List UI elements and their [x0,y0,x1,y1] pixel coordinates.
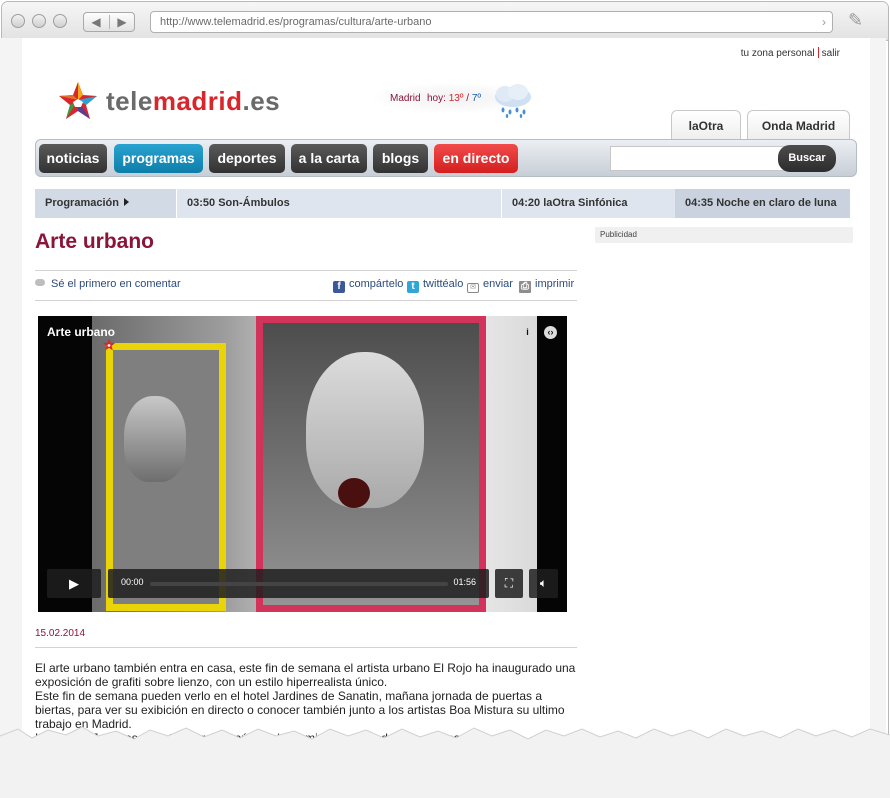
divider [35,300,577,301]
back-icon[interactable]: ◀ [84,15,108,29]
tab-onda-madrid[interactable]: Onda Madrid [747,110,850,140]
star-logo-icon [102,338,116,351]
play-arrow-icon [123,198,129,206]
address-bar[interactable]: http://www.telemadrid.es/programas/cultu… [150,11,833,33]
schedule-item[interactable]: 04:35 Noche en claro de luna [675,189,850,218]
share-facebook[interactable]: f compártelo [333,278,403,293]
nav-programas[interactable]: programas [114,144,203,173]
star-logo-icon [59,82,97,119]
history-buttons: ◀ ▶ [83,12,135,32]
zoom-window-button[interactable] [53,14,67,28]
twitter-icon: t [407,281,419,293]
schedule-item[interactable]: 03:50 Son-Ámbulos [177,189,501,218]
nav-blogs[interactable]: blogs [373,144,428,173]
page-title: Arte urbano [35,230,155,253]
forward-icon[interactable]: ▶ [110,15,134,29]
speaker-icon: 🔈︎ [539,576,548,590]
info-icon[interactable]: i [521,326,534,339]
nav-deportes[interactable]: deportes [209,144,285,173]
nav-en-directo[interactable]: en directo [434,144,518,173]
volume-button[interactable]: 🔈︎ [529,569,558,598]
facebook-icon: f [333,281,345,293]
video-title: Arte urbano [47,325,116,339]
progress-bar[interactable]: 00:00 01:56 [108,569,489,598]
fullscreen-icon: ⛶ [504,576,514,590]
weather-today: hoy: 13º / 7º [427,93,482,104]
schedule-item[interactable]: 04:20 laOtra Sinfónica [501,189,675,218]
main-nav: noticias programas deportes a la carta b… [35,139,857,177]
top-links: tu zona personal salir [741,47,840,59]
close-window-button[interactable] [11,14,25,28]
page-margin-right [870,38,886,783]
schedule-bar: Programación 03:50 Son-Ámbulos 04:20 laO… [35,189,850,218]
painted-mouth [338,478,370,508]
browser-toolbar: ◀ ▶ http://www.telemadrid.es/programas/c… [2,2,888,41]
web-page: tu zona personal salir telemadrid.es Madr… [22,38,870,783]
comment-link[interactable]: Sé el primero en comentar [35,278,181,290]
rain-cloud-icon [495,84,531,118]
painted-face [124,396,186,482]
share-print[interactable]: ⎙ imprimir [519,278,574,293]
logo-wordmark: telemadrid.es [106,86,281,116]
url-text[interactable]: http://www.telemadrid.es/programas/cultu… [160,16,431,28]
time-total: 01:56 [453,577,476,587]
minimize-window-button[interactable] [32,14,46,28]
search-input[interactable] [610,146,806,171]
weather-widget: Madrid hoy: 13º / 7º [374,83,534,118]
comment-bubble-icon [35,279,45,286]
progress-track[interactable] [150,582,448,586]
schedule-label[interactable]: Programación [35,189,177,218]
printer-icon: ⎙ [519,281,531,293]
play-icon: ▶ [69,576,79,591]
torn-paper-edge [0,726,890,798]
chevron-right-icon[interactable]: › [822,15,826,29]
nav-noticias[interactable]: noticias [39,144,107,173]
search-button[interactable]: Buscar [778,145,836,172]
article-paragraph: El arte urbano también entra en casa, es… [35,661,576,689]
telemadrid-logo[interactable]: telemadrid.es [56,80,280,122]
nav-a-la-carta[interactable]: a la carta [291,144,367,173]
feather-icon: ✎ [848,10,864,30]
logout-link[interactable]: salir [822,48,840,59]
play-button[interactable]: ▶ [47,569,101,598]
ad-label: Publicidad [595,227,853,243]
tab-laotra[interactable]: laOtra [671,110,741,140]
divider [35,647,577,648]
fullscreen-button[interactable]: ⛶ [495,569,523,598]
video-player[interactable]: Arte urbano i ‹› ▶ 00:00 01:56 ⛶ 🔈︎ [38,316,567,612]
time-current: 00:00 [121,577,144,587]
share-twitter[interactable]: t twittéalo [407,278,463,293]
weather-city: Madrid [390,93,421,104]
divider [35,270,577,271]
share-email[interactable]: ✉ enviar [467,278,513,293]
publish-date: 15.02.2014 [35,628,86,639]
page-margin-left [0,38,22,783]
personal-zone-link[interactable]: tu zona personal [741,48,815,59]
embed-icon[interactable]: ‹› [544,326,557,339]
envelope-icon: ✉ [467,283,479,293]
